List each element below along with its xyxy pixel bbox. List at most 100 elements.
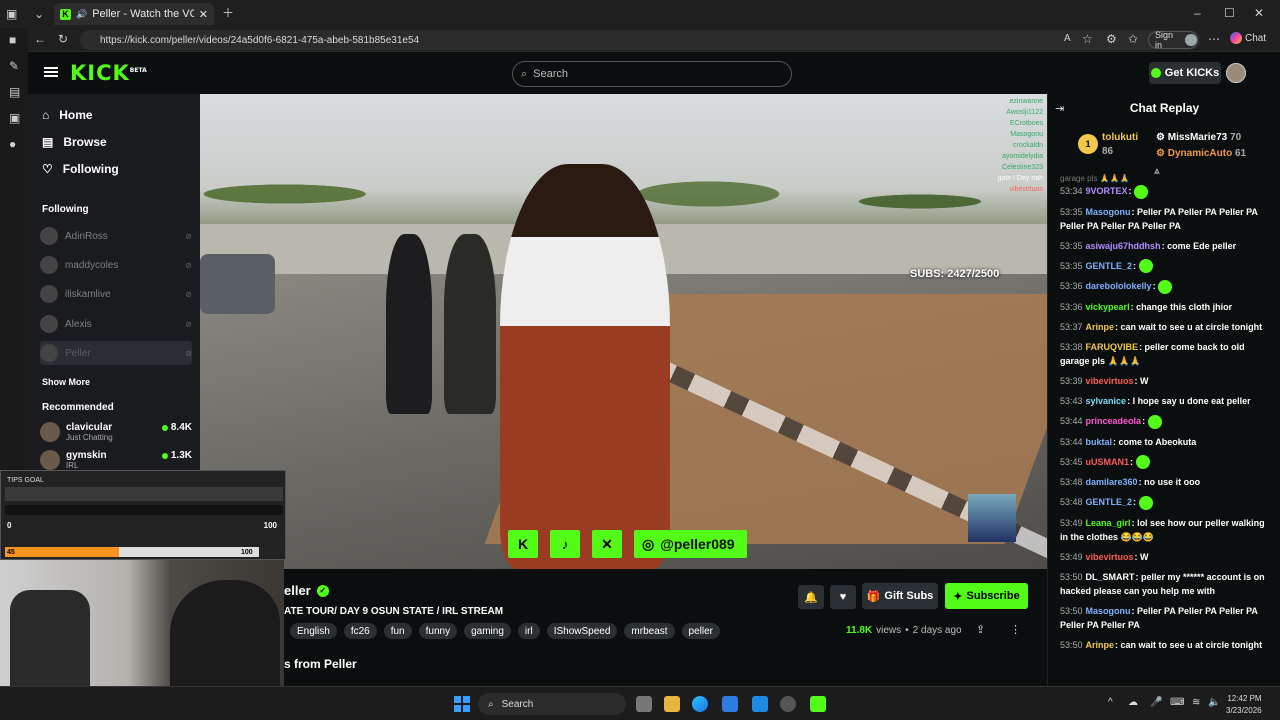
back-icon[interactable]: ← [34,33,46,45]
tag[interactable]: fc26 [343,623,377,639]
maximize-icon[interactable]: ☐ [1224,7,1235,19]
file-explorer-icon[interactable] [664,696,680,712]
video-player[interactable]: ezinwanne Awoslji1122 ECrotboes Masogonu… [200,94,1047,569]
edge-tools-icon[interactable]: ✎ [9,60,19,72]
outlook-icon[interactable] [752,696,768,712]
tray-chevron-icon[interactable]: ^ [1108,697,1113,708]
close-tab-icon[interactable]: ✕ [199,8,208,21]
workspace-icon[interactable]: ▣ [6,8,17,20]
cloud-icon[interactable]: ☁ [1128,697,1138,708]
search-input[interactable]: ⌕ Search [512,61,792,87]
following-item-peller[interactable]: Peller ⊘ [40,341,192,365]
read-aloud-icon[interactable]: A [1064,33,1071,45]
chat-text: W [1140,375,1149,386]
chat-message: 53:44 princeadeola: [1060,414,1271,429]
kick-logo[interactable]: KICKBETA [70,61,147,85]
following-item-iliskamlive[interactable]: iliskamlive ⊘ [40,282,192,306]
avatar [40,285,58,303]
new-tab-icon[interactable]: ＋ [222,7,234,19]
chat-message: 53:50 Masogonu: Peller PA Peller PA Pelle… [1060,605,1258,630]
recommended-item-clavicular[interactable]: clavicular Just Chatting 8.4K [40,422,192,442]
settings-app-icon[interactable] [780,696,796,712]
tag[interactable]: fun [383,623,412,639]
windows-start-icon[interactable] [454,696,470,712]
menu-icon[interactable] [44,67,58,77]
volume-icon[interactable]: 🔈 [1208,697,1220,708]
tag[interactable]: English [290,623,337,639]
chat-username: vibevirtuos [1085,551,1134,562]
following-name: Alexis [65,318,92,330]
webcam-chair [10,590,90,686]
copilot-button[interactable]: Chat [1230,32,1266,44]
get-kicks-label: Get KICKs [1164,67,1220,79]
following-item-maddycoles[interactable]: maddycoles ⊘ [40,253,192,277]
show-more-link[interactable]: Show More [42,377,90,387]
nav-following-label: Following [62,162,119,176]
tag[interactable]: mrbeast [624,623,675,639]
browser-tab[interactable]: K 🔊 Peller - Watch the VOD on Ki... ✕ [54,3,214,25]
nav-browse[interactable]: ▤ Browse [42,135,107,149]
chat-text: change this cloth jhior [1136,301,1233,312]
refresh-icon[interactable]: ↻ [58,33,68,45]
keyboard-icon[interactable]: ⌨ [1170,697,1184,708]
video-person-left [386,234,432,414]
mic-icon[interactable]: 🎤 [1150,697,1162,708]
taskbar-search[interactable]: ⌕ Search [478,693,626,715]
favorites-icon[interactable]: ✩ [1128,33,1138,45]
browse-icon: ▤ [42,135,54,149]
speaker-icon[interactable]: 🔊 [76,9,87,20]
home-icon: ⌂ [42,108,50,122]
chat-timestamp: 53:44 [1060,415,1083,426]
subscribe-button[interactable]: ✦ Subscribe [945,583,1028,609]
extensions-icon[interactable]: ⚙ [1106,33,1117,45]
user-avatar[interactable] [1226,63,1246,83]
system-clock[interactable]: 12:42 PM 3/23/2026 [1226,693,1262,717]
favorite-icon[interactable]: ☆ [1082,33,1093,45]
follow-heart-button[interactable]: ♥ [830,585,856,609]
chat-panel: ⇥ Chat Replay 1 tolukuti 86 ⚙ MissMarie7… [1047,94,1280,686]
following-item-adinross[interactable]: AdinRoss ⊘ [40,224,192,248]
edge-media-icon[interactable]: ● [9,138,16,150]
chat-username: damilare360 [1085,477,1138,488]
store-icon[interactable] [722,696,738,712]
tag[interactable]: IShowSpeed [546,623,618,639]
wifi-icon[interactable]: ≋ [1192,697,1200,708]
signin-button[interactable]: Sign in [1148,30,1198,50]
url-field[interactable]: https://kick.com/peller/videos/24a5d0f6-… [80,30,1200,50]
chat-timestamp: 53:44 [1060,436,1083,447]
browser-tab-bar: ▣ ⌄ K 🔊 Peller - Watch the VOD on Ki... … [0,0,1280,28]
tag[interactable]: gaming [464,623,511,639]
edge-tab-icon[interactable]: ■ [9,34,16,46]
more-options-icon[interactable]: ⋮ [1010,623,1021,636]
following-item-alexis[interactable]: Alexis ⊘ [40,312,192,336]
task-view-icon[interactable] [636,696,652,712]
tag[interactable]: irl [517,623,540,639]
get-kicks-button[interactable]: Get KICKs [1149,62,1221,84]
tag[interactable]: peller [681,623,720,639]
channel-name[interactable]: eller ✓ [284,583,329,598]
kick-app-icon[interactable] [810,696,826,712]
nav-following[interactable]: ♡ Following [42,162,119,176]
recommended-item-gymskin[interactable]: gymskin IRL 1.3K [40,450,192,470]
tab-actions-chevron-icon[interactable]: ⌄ [34,8,44,20]
chat-text: W [1140,551,1149,562]
edge-wallet-icon[interactable]: ▣ [9,112,20,124]
chat-timestamp: 53:39 [1060,375,1083,386]
close-window-icon[interactable]: ✕ [1254,7,1264,19]
share-icon[interactable]: ⇪ [976,623,985,636]
chat-message: 53:43 sylvanice: I hope say u done eat pe… [1060,395,1251,406]
gift-subs-button[interactable]: 🎁 Gift Subs [862,583,938,609]
nav-home[interactable]: ⌂ Home [42,108,93,122]
tag[interactable]: funny [418,623,458,639]
filter-icon[interactable]: ⩓ [1154,166,1160,177]
notification-bell-button[interactable]: 🔔 [798,585,824,609]
chat-timestamp: 53:49 [1060,517,1083,528]
edge-browser-icon[interactable] [692,696,708,712]
tag-list: English fc26 fun funny gaming irl IShowS… [290,623,720,639]
edge-shopping-icon[interactable]: ▤ [9,86,20,98]
clock-time: 12:42 PM [1227,694,1262,703]
chat-username: Arinpe [1085,321,1115,332]
more-menu-icon[interactable]: ⋯ [1208,33,1220,45]
minimize-icon[interactable]: – [1194,7,1201,19]
chat-message-list[interactable]: 53:34 9VORTEX: 53:35 Masogonu: Peller PA P… [1048,184,1280,686]
